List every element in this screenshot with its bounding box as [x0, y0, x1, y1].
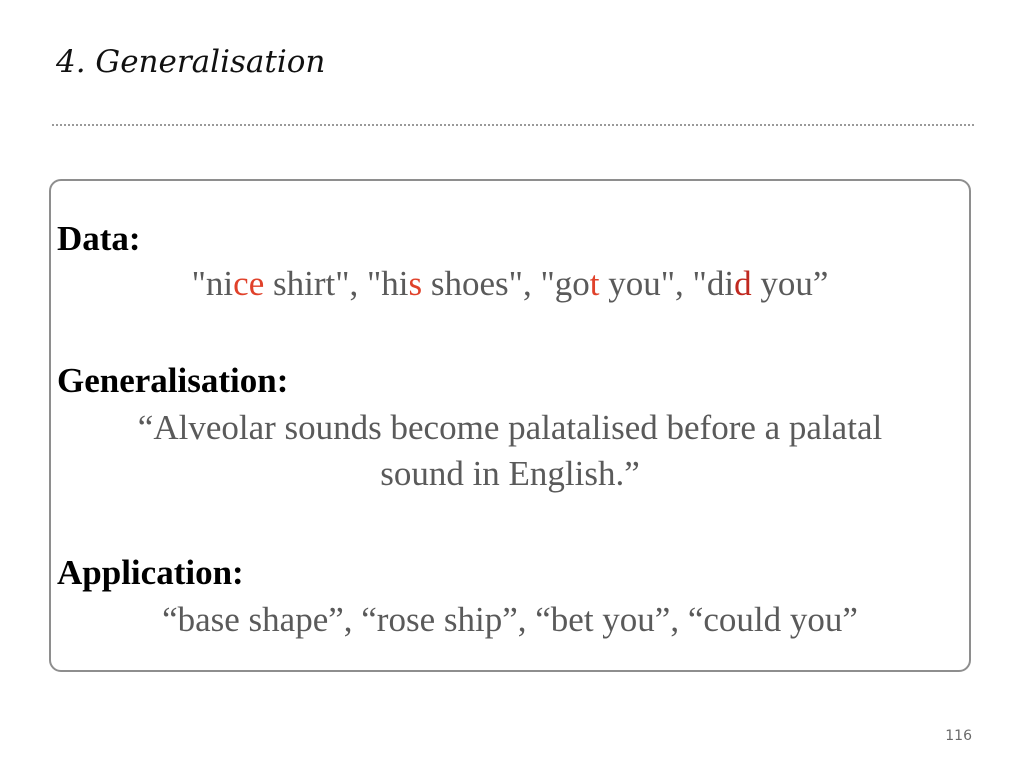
highlighted-segment: d [734, 264, 752, 303]
generalisation-line-2: sound in English.” [380, 454, 640, 493]
generalisation-text: “Alveolar sounds become palatalised befo… [51, 405, 969, 497]
highlighted-segment: t [589, 264, 600, 303]
application-text: “base shape”, “rose ship”, “bet you”, “c… [162, 600, 858, 639]
data-example: "his shoes", [367, 264, 541, 303]
content-box: Data: "nice shirt", "his shoes", "got yo… [49, 179, 971, 672]
application-label: Application: [57, 553, 244, 592]
data-example: "got you", [540, 264, 693, 303]
slide: 4. Generalisation Data: "nice shirt", "h… [0, 0, 1024, 768]
highlighted-segment: ce [233, 264, 265, 303]
highlighted-segment: s [408, 264, 423, 303]
generalisation-label: Generalisation: [57, 361, 289, 400]
data-examples: "nice shirt", "his shoes", "got you", "d… [51, 261, 969, 307]
slide-title: 4. Generalisation [56, 44, 326, 80]
page-number: 116 [945, 728, 972, 744]
generalisation-line-1: “Alveolar sounds become palatalised befo… [137, 408, 883, 447]
dotted-divider [52, 124, 974, 126]
data-example: "did you” [692, 264, 829, 303]
data-example: "nice shirt", [191, 264, 367, 303]
data-label: Data: [57, 219, 141, 258]
